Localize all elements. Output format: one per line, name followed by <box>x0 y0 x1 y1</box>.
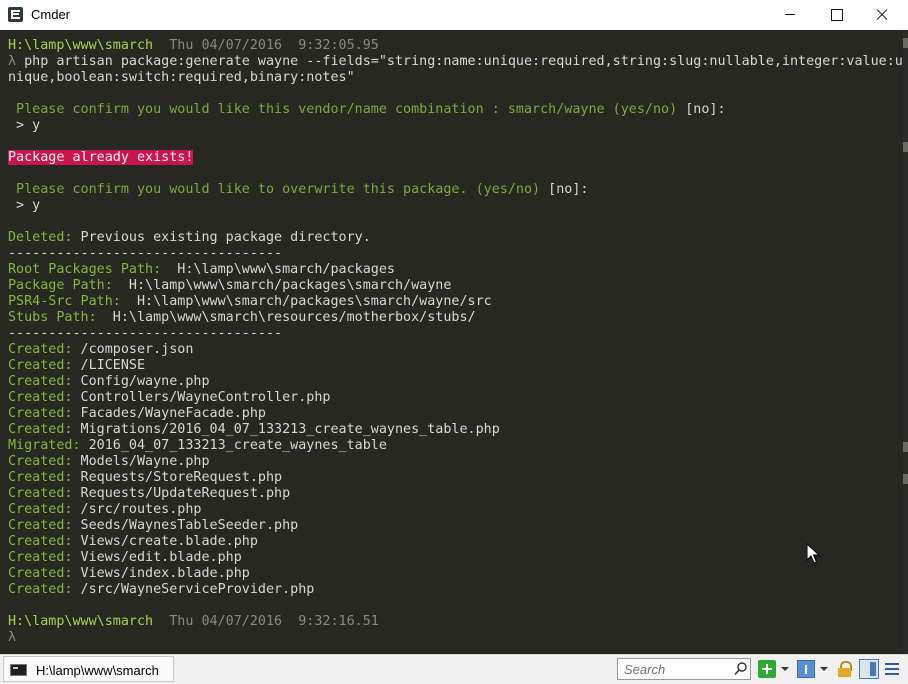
console-tab-icon <box>10 664 27 676</box>
output-line: Created: /composer.json <box>8 342 194 357</box>
cmder-app-icon <box>8 7 23 22</box>
maximize-button[interactable] <box>813 0 859 30</box>
overwrite-confirm-question: Please confirm you would like to overwri… <box>8 182 589 197</box>
console-tab[interactable]: H:\lamp\www\smarch <box>3 656 174 682</box>
lock-icon[interactable] <box>836 660 854 678</box>
search-input[interactable]: Search <box>617 658 751 680</box>
output-line: Deleted: Previous existing package direc… <box>8 230 371 245</box>
scroll-marker <box>903 142 908 152</box>
status-bar: H:\lamp\www\smarch Search <box>0 654 908 684</box>
output-line: Created: Models/Wayne.php <box>8 454 210 469</box>
output-line: Created: Migrations/2016_04_07_133213_cr… <box>8 422 500 437</box>
output-line: Created: Facades/WayneFacade.php <box>8 406 266 421</box>
mouse-pointer-icon <box>806 543 820 564</box>
command-line: λ php artisan package:generate wayne --f… <box>8 54 903 69</box>
chevron-down-icon[interactable] <box>781 667 789 671</box>
view-mode-icon[interactable] <box>797 660 815 678</box>
scroll-marker <box>903 442 908 452</box>
new-console-icon[interactable] <box>758 660 776 678</box>
scroll-marker <box>903 474 908 484</box>
output-line: Created: Views/edit.blade.php <box>8 550 242 565</box>
input-prompt[interactable]: λ <box>8 630 16 646</box>
prompt-path-line: H:\lamp\www\smarch Thu 04/07/2016 9:32:1… <box>8 614 379 629</box>
output-line: Created: Seeds/WaynesTableSeeder.php <box>8 518 299 533</box>
console-tab-label: H:\lamp\www\smarch <box>36 663 159 678</box>
output-line: Created: /src/WayneServiceProvider.php <box>8 582 315 597</box>
minimize-button[interactable] <box>767 0 813 30</box>
search-placeholder: Search <box>624 662 666 677</box>
separator-line: ---------------------------------- <box>8 326 283 341</box>
split-pane-icon[interactable] <box>859 659 879 679</box>
vendor-confirm-question: Please confirm you would like this vendo… <box>8 102 726 117</box>
output-line: Root Packages Path: H:\lamp\www\smarch/p… <box>8 262 395 277</box>
title-bar: Cmder <box>0 0 908 30</box>
output-line: Created: /src/routes.php <box>8 502 202 517</box>
window-title: Cmder <box>31 7 71 22</box>
prompt-path-line: H:\lamp\www\smarch Thu 04/07/2016 9:32:0… <box>8 38 379 53</box>
answer-line: > y <box>8 118 41 133</box>
output-line: Created: Controllers/WayneController.php <box>8 390 331 405</box>
separator-line: ---------------------------------- <box>8 246 283 261</box>
error-message: Package already exists! <box>8 150 194 165</box>
output-line: Created: Views/index.blade.php <box>8 566 250 581</box>
output-line: Created: Views/create.blade.php <box>8 534 258 549</box>
scroll-marker <box>903 38 908 48</box>
console-scrollbar[interactable] <box>903 30 908 654</box>
output-line: Stubs Path: H:\lamp\www\smarch\resources… <box>8 310 476 325</box>
search-icon[interactable] <box>734 662 747 676</box>
output-line: PSR4-Src Path: H:\lamp\www\smarch/packag… <box>8 294 492 309</box>
output-line: Created: Requests/UpdateRequest.php <box>8 486 291 501</box>
output-line: Created: /LICENSE <box>8 358 146 373</box>
output-line: Created: Requests/StoreRequest.php <box>8 470 283 485</box>
console-output[interactable]: H:\lamp\www\smarch Thu 04/07/2016 9:32:0… <box>0 30 908 654</box>
output-line: Created: Config/wayne.php <box>8 374 210 389</box>
close-button[interactable] <box>859 0 905 30</box>
answer-line: > y <box>8 198 41 213</box>
chevron-down-icon[interactable] <box>820 667 828 671</box>
command-line-wrap: nique,boolean:switch:required,binary:not… <box>8 70 355 85</box>
output-line: Migrated: 2016_04_07_133213_create_wayne… <box>8 438 387 453</box>
menu-icon[interactable] <box>883 660 901 678</box>
output-line: Package Path: H:\lamp\www\smarch/package… <box>8 278 452 293</box>
